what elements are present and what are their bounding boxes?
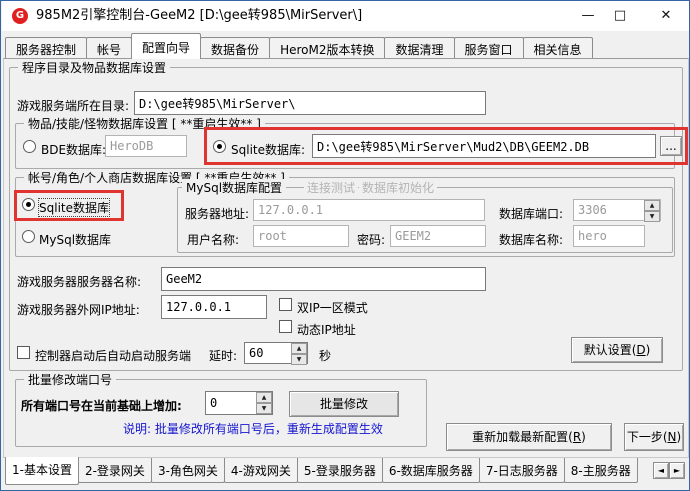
bottom-tab-scroll: ◄ ► [653,462,685,479]
autostart-label[interactable]: 控制器启动后自动启动服务端 [35,347,191,364]
window-title: 985M2引擎控制台-GeeM2 [D:\gee转985\MirServer\] [36,8,363,23]
spin-up-icon[interactable]: ▲ [291,343,307,354]
bde-db-radio[interactable] [23,140,36,153]
server-name-label: 游戏服务器服务器名称: [17,275,142,289]
btn-text: 默认设置( [583,343,637,357]
app-window: G 985M2引擎控制台-GeeM2 [D:\gee转985\MirServer… [0,0,690,491]
spin-up-icon[interactable]: ▲ [256,392,272,403]
bde-db-label[interactable]: BDE数据库: [41,141,106,158]
mysql-port-spinner[interactable]: ▲ ▼ [644,200,660,222]
mysql-config-group-title: MySql数据库配置 [182,179,287,196]
mysql-pass-label: 密码: [357,233,386,247]
sqlite-itemdb-path-input[interactable] [312,134,656,158]
bde-db-input [105,135,187,157]
mysql-user-label: 用户名称: [187,233,240,247]
dual-ip-checkbox[interactable] [279,298,292,311]
bottom-tab-bar: 1-基本设置 2-登录网关 3-角色网关 4-游戏网关 5-登录服务器 6-数据… [5,457,638,485]
autostart-checkbox[interactable] [17,346,30,359]
mysql-dbname-input [573,225,645,247]
dynamic-ip-checkbox[interactable] [279,320,292,333]
mysql-user-input [253,225,349,247]
mysql-accountdb-label[interactable]: MySql数据库 [39,231,111,248]
tab-server-control[interactable]: 服务器控制 [5,37,88,59]
sqlite-accountdb-radio[interactable] [22,198,35,211]
spin-down-icon[interactable]: ▼ [256,403,272,414]
btn-text: 下一步( [626,430,668,444]
btn-key: D [636,343,646,357]
default-settings-button[interactable]: 默认设置(D) [571,337,663,363]
btn-text: ) [581,430,586,444]
btab-log-server[interactable]: 7-日志服务器 [478,458,565,483]
btab-login-server[interactable]: 5-登录服务器 [296,458,383,483]
tab-service-window[interactable]: 服务窗口 [453,37,524,59]
port-increase-spinner[interactable]: ▲ ▼ [256,392,272,414]
titlebar: G 985M2引擎控制台-GeeM2 [D:\gee转985\MirServer… [2,1,689,31]
delay-label: 延时: [209,349,238,363]
external-ip-input[interactable] [161,295,267,319]
mysql-host-label: 服务器地址: [185,207,250,221]
batch-note: 说明: 批量修改所有端口号后，重新生成配置生效 [123,422,383,436]
connection-test-link: 连接测试 [304,179,359,196]
port-increase-label: 所有端口号在当前基础上增加: [21,399,182,413]
mysql-pass-input [390,225,486,247]
top-tab-bar: 服务器控制 帐号 配置向导 数据备份 HeroM2版本转换 数据清理 服务窗口 … [5,33,593,59]
tab-herom2-convert[interactable]: HeroM2版本转换 [269,37,386,59]
sqlite-itemdb-label[interactable]: Sqlite数据库: [231,141,305,158]
program-dir-group-title: 程序目录及物品数据库设置 [18,59,171,76]
btab-game-gate[interactable]: 4-游戏网关 [223,458,298,483]
server-name-input[interactable] [161,267,486,291]
tab-account[interactable]: 帐号 [86,37,133,59]
scroll-left-icon[interactable]: ◄ [653,462,669,479]
tab-config-wizard[interactable]: 配置向导 [131,33,202,59]
sqlite-accountdb-label[interactable]: Sqlite数据库 [38,198,110,217]
game-dir-label: 游戏服务端所在目录: [17,99,130,113]
spin-up-icon[interactable]: ▲ [644,200,660,211]
btn-text: 重新加载最新配置( [472,430,573,444]
btn-text: ) [645,343,651,357]
mysql-accountdb-radio[interactable] [22,230,35,243]
spin-down-icon[interactable]: ▼ [644,211,660,222]
minimize-button[interactable]: — [570,1,606,31]
btn-key: R [572,430,582,444]
spin-down-icon[interactable]: ▼ [291,354,307,365]
scroll-right-icon[interactable]: ► [669,462,685,479]
maximize-button[interactable]: □ [602,1,638,31]
delay-spinner[interactable]: ▲ ▼ [291,343,307,365]
mysql-host-input [253,199,485,221]
game-dir-input[interactable] [134,91,486,115]
tab-data-backup[interactable]: 数据备份 [200,37,271,59]
btab-role-gate[interactable]: 3-角色网关 [150,458,225,483]
btab-db-server[interactable]: 6-数据库服务器 [381,458,480,483]
btab-main-server[interactable]: 8-主服务器 [563,458,638,483]
btab-basic-settings[interactable]: 1-基本设置 [5,457,79,485]
tab-data-clean[interactable]: 数据清理 [384,37,455,59]
dual-ip-label[interactable]: 双IP一区模式 [297,299,368,316]
app-logo-icon: G [12,8,28,24]
tab-related-info[interactable]: 相关信息 [522,37,593,59]
seconds-label: 秒 [319,349,332,363]
batch-port-group-title: 批量修改端口号 [24,371,117,388]
dynamic-ip-label[interactable]: 动态IP地址 [297,321,356,338]
next-step-button[interactable]: 下一步(N) [624,423,684,451]
external-ip-label: 游戏服务器外网IP地址: [17,303,140,317]
mysql-dbname-label: 数据库名称: [499,233,564,247]
batch-modify-button[interactable]: 批量修改 [289,391,399,417]
sqlite-itemdb-radio[interactable] [213,140,226,153]
btab-login-gate[interactable]: 2-登录网关 [77,458,152,483]
close-button[interactable]: ✕ [648,1,684,31]
db-init-link: 数据库初始化 [359,179,438,196]
btn-text: ) [676,430,682,444]
mysql-port-label: 数据库端口: [499,207,564,221]
item-db-group-title: 物品/技能/怪物数据库设置 [ **重启生效** ] [24,115,265,132]
reload-config-button[interactable]: 重新加载最新配置(R) [446,423,612,451]
browse-button[interactable]: ... [660,136,682,156]
